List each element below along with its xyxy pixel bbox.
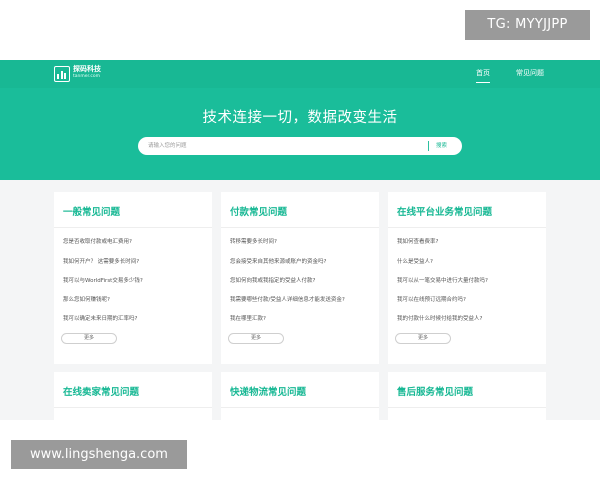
question-link[interactable]: 我可以从一笔交易中进行大量付款吗? — [397, 277, 488, 285]
card-divider — [221, 227, 379, 228]
card-title[interactable]: 快递物流常见问题 — [230, 384, 306, 398]
faq-card-payment: 付款常见问题 转移需要多长时间? 您会接受来自其他来源或账户的资金吗? 您如何向… — [221, 192, 379, 364]
search-divider — [428, 141, 429, 151]
faq-card-logistics: 快递物流常见问题 — [221, 372, 379, 420]
question-link[interactable]: 转移需要多长时间? — [230, 238, 277, 246]
question-link[interactable]: 我的付款什么时候付给我的受益人? — [397, 315, 482, 323]
watermark-bottom: www.lingshenga.com — [11, 440, 187, 469]
search-input[interactable]: 请输入您的问题 — [148, 137, 187, 155]
question-link[interactable]: 您如何向我或我指定的受益人付款? — [230, 277, 315, 285]
site-header: 探码科技 tanmer.com 首页 常见问题 — [0, 60, 600, 88]
card-title[interactable]: 一般常见问题 — [63, 204, 120, 218]
question-link[interactable]: 我需要哪些付款/受益人详细信息才能发送资金? — [230, 296, 345, 304]
faq-section: 一般常见问题 您是否收取付款或电汇费用? 我如何开户？ 这需要多长时间? 我可以… — [0, 180, 600, 420]
question-link[interactable]: 我如何查看费率? — [397, 238, 438, 246]
card-divider — [54, 407, 212, 408]
question-link[interactable]: 我可以在线预订远期合约吗? — [397, 296, 466, 304]
hero-banner: 技术连接一切，数据改变生活 请输入您的问题 搜索 — [0, 88, 600, 180]
question-link[interactable]: 那么您如何赚钱呢? — [63, 296, 110, 304]
page: TG: MYYJJPP 探码科技 tanmer.com 首页 常见问题 技术连接… — [0, 0, 600, 480]
logo-title[interactable]: 探码科技 — [73, 65, 101, 74]
card-title[interactable]: 在线平台业务常见问题 — [397, 204, 492, 218]
nav-home[interactable]: 首页 — [476, 68, 490, 83]
question-link[interactable]: 我可以与WorldFirst交易多少钱? — [63, 277, 143, 285]
question-link[interactable]: 我可以确定未来日期的汇率吗? — [63, 315, 137, 323]
question-link[interactable]: 您是否收取付款或电汇费用? — [63, 238, 132, 246]
more-button[interactable]: 更多 — [228, 333, 284, 344]
nav-faq[interactable]: 常见问题 — [516, 68, 544, 78]
question-link[interactable]: 我如何开户？ 这需要多长时间? — [63, 258, 139, 266]
card-divider — [54, 227, 212, 228]
card-title[interactable]: 在线卖家常见问题 — [63, 384, 139, 398]
watermark-top: TG: MYYJJPP — [465, 10, 590, 40]
search-button[interactable]: 搜索 — [436, 137, 447, 155]
faq-card-general: 一般常见问题 您是否收取付款或电汇费用? 我如何开户？ 这需要多长时间? 我可以… — [54, 192, 212, 364]
logo-icon[interactable] — [54, 66, 70, 82]
faq-card-online-seller: 在线卖家常见问题 — [54, 372, 212, 420]
logo-subtitle: tanmer.com — [73, 74, 101, 79]
more-button[interactable]: 更多 — [395, 333, 451, 344]
card-title[interactable]: 售后服务常见问题 — [397, 384, 473, 398]
hero-title: 技术连接一切，数据改变生活 — [202, 110, 398, 126]
question-link[interactable]: 您会接受来自其他来源或账户的资金吗? — [230, 258, 326, 266]
more-button[interactable]: 更多 — [61, 333, 117, 344]
question-link[interactable]: 我在哪里汇款? — [230, 315, 266, 323]
question-link[interactable]: 什么是受益人? — [397, 258, 433, 266]
card-title[interactable]: 付款常见问题 — [230, 204, 287, 218]
faq-card-online-platform: 在线平台业务常见问题 我如何查看费率? 什么是受益人? 我可以从一笔交易中进行大… — [388, 192, 546, 364]
card-divider — [221, 407, 379, 408]
search-bar: 请输入您的问题 搜索 — [138, 137, 462, 155]
card-divider — [388, 227, 546, 228]
faq-card-after-sales: 售后服务常见问题 — [388, 372, 546, 420]
card-divider — [388, 407, 546, 408]
